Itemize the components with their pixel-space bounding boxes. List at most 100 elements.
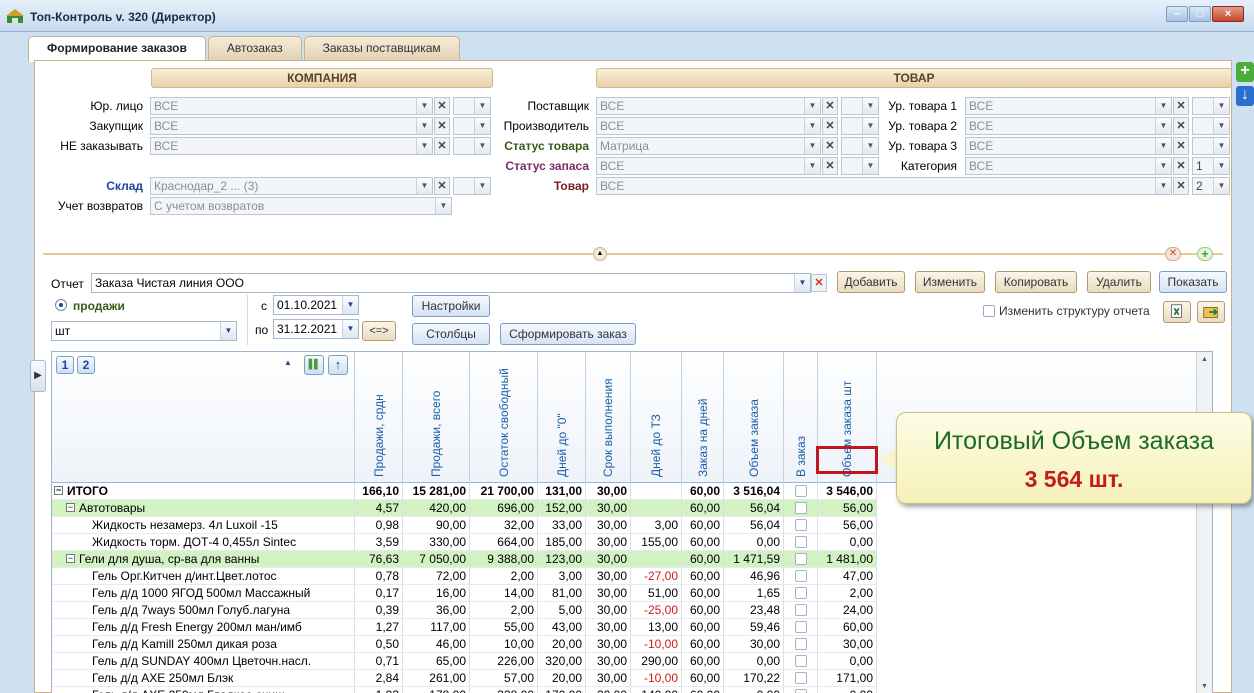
copy-report-button[interactable]: Копировать: [995, 271, 1077, 293]
collapse-node-icon[interactable]: −: [54, 486, 63, 496]
column-header[interactable]: Продажи, всего: [403, 352, 470, 483]
calendar-dropdown-icon[interactable]: ▼: [342, 296, 358, 314]
row-value-cell[interactable]: [784, 636, 818, 653]
open-folder-button[interactable]: [1197, 301, 1225, 323]
group-row[interactable]: − Автотовары 4,57 420,00 696,00 152,00 30,00 60…: [52, 500, 877, 517]
in-order-checkbox[interactable]: [794, 671, 807, 684]
show-report-button[interactable]: Показать: [1159, 271, 1227, 293]
level-1-button[interactable]: 1: [56, 356, 74, 374]
in-order-checkbox[interactable]: [794, 688, 807, 693]
chevron-down-icon[interactable]: ▼: [416, 178, 432, 194]
column-header[interactable]: Дней до "0": [538, 352, 586, 483]
move-up-button[interactable]: ↑: [328, 355, 348, 375]
unit-select[interactable]: шт ▼: [51, 321, 237, 341]
chevron-down-icon[interactable]: ▼: [1155, 138, 1171, 154]
chevron-down-icon[interactable]: ▼: [1155, 118, 1171, 134]
export-excel-button[interactable]: [1163, 301, 1191, 323]
maximize-button[interactable]: □: [1189, 6, 1211, 22]
add-filter-icon[interactable]: +: [1197, 247, 1213, 261]
swap-dates-button[interactable]: <=>: [362, 321, 396, 341]
stock-status-label[interactable]: Статус запаса: [475, 159, 589, 173]
column-header[interactable]: Заказ на дней: [682, 352, 724, 483]
arrow-down-icon[interactable]: ↓: [1236, 86, 1254, 106]
date-from-input[interactable]: 01.10.2021 ▼: [273, 295, 359, 315]
clear-not-order-button[interactable]: ✕: [434, 137, 450, 155]
row-value-cell[interactable]: [784, 602, 818, 619]
in-order-checkbox[interactable]: [794, 535, 807, 548]
chevron-down-icon[interactable]: ▼: [804, 118, 820, 134]
collapse-filters-icon[interactable]: ▲: [593, 247, 607, 261]
chevron-down-icon[interactable]: ▼: [220, 322, 236, 340]
clear-stock-status-button[interactable]: ✕: [822, 157, 838, 175]
chevron-down-icon[interactable]: ▼: [804, 158, 820, 174]
columns-button[interactable]: Столбцы: [412, 323, 490, 345]
clear-level1-button[interactable]: ✕: [1173, 97, 1189, 115]
warehouse-label[interactable]: Склад: [35, 179, 143, 193]
table-row[interactable]: Гель д/д АХЕ 250мл Гладкое очищ. 1,93178,…: [52, 687, 877, 693]
table-row[interactable]: Жидкость незамерз. 4л Luxoil -15 0,98 90,0…: [52, 517, 877, 534]
product-select[interactable]: ВСЕ ▼: [596, 177, 1172, 195]
edit-report-button[interactable]: Изменить: [915, 271, 985, 293]
clear-buyer-button[interactable]: ✕: [434, 117, 450, 135]
supplier-select[interactable]: ВСЕ ▼: [596, 97, 821, 115]
row-value-cell[interactable]: [784, 534, 818, 551]
level2-mode-select[interactable]: ▼: [1192, 117, 1230, 135]
row-value-cell[interactable]: [784, 568, 818, 585]
level3-mode-select[interactable]: ▼: [1192, 137, 1230, 155]
add-icon[interactable]: +: [1236, 62, 1254, 82]
column-header[interactable]: Дней до ТЗ: [631, 352, 682, 483]
chevron-down-icon[interactable]: ▼: [1155, 98, 1171, 114]
column-header[interactable]: В заказ: [784, 352, 818, 483]
column-header[interactable]: Срок выполнения: [586, 352, 631, 483]
table-row[interactable]: Гель д/д 1000 ЯГОД 500мл Массажный 0,17 16…: [52, 585, 877, 602]
clear-product-button[interactable]: ✕: [1173, 177, 1189, 195]
settings-button[interactable]: Настройки: [412, 295, 490, 317]
row-value-cell[interactable]: [784, 500, 818, 517]
delete-report-button[interactable]: Удалить: [1087, 271, 1151, 293]
product-status-select[interactable]: Матрица ▼: [596, 137, 821, 155]
table-row[interactable]: Жидкость торм. ДОТ-4 0,455л Sintec 3,59 33…: [52, 534, 877, 551]
scroll-up-icon[interactable]: ▲: [1198, 353, 1211, 367]
column-header[interactable]: Остаток свободный: [470, 352, 538, 483]
row-value-cell[interactable]: [784, 670, 818, 687]
date-to-input[interactable]: 31.12.2021 ▼: [273, 319, 359, 339]
in-order-checkbox[interactable]: [794, 501, 807, 514]
clear-category-button[interactable]: ✕: [1173, 157, 1189, 175]
in-order-checkbox[interactable]: [794, 620, 807, 633]
column-header[interactable]: Объем заказа: [724, 352, 784, 483]
make-order-button[interactable]: Сформировать заказ: [500, 323, 636, 345]
scroll-down-icon[interactable]: ▼: [1198, 680, 1211, 693]
level1-mode-select[interactable]: ▼: [1192, 97, 1230, 115]
chevron-down-icon[interactable]: ▼: [804, 138, 820, 154]
legal-entity-select[interactable]: ВСЕ ▼: [150, 97, 433, 115]
chevron-down-icon[interactable]: ▼: [804, 98, 820, 114]
tab-autoorder[interactable]: Автозаказ: [207, 36, 302, 60]
row-value-cell[interactable]: [784, 551, 818, 568]
product-status-label[interactable]: Статус товара: [475, 139, 589, 153]
chevron-down-icon[interactable]: ▼: [416, 118, 432, 134]
warehouse-select[interactable]: Краснодар_2 ... (3) ▼: [150, 177, 433, 195]
level3-select[interactable]: ВСЕ ▼: [965, 137, 1172, 155]
sort-asc-icon[interactable]: ▲: [284, 358, 292, 367]
tab-order-forming[interactable]: Формирование заказов: [28, 36, 206, 62]
close-button[interactable]: ×: [1212, 6, 1244, 22]
sales-radio[interactable]: [55, 299, 67, 311]
chevron-down-icon[interactable]: ▼: [1155, 178, 1171, 194]
table-row[interactable]: Гель д/д SUNDAY 400мл Цветочн.насл. 0,71 6…: [52, 653, 877, 670]
row-value-cell[interactable]: [784, 619, 818, 636]
row-value-cell[interactable]: [784, 687, 818, 693]
change-structure-checkbox[interactable]: [983, 305, 995, 317]
in-order-checkbox[interactable]: [794, 569, 807, 582]
row-value-cell[interactable]: [784, 483, 818, 500]
not-order-select[interactable]: ВСЕ ▼: [150, 137, 433, 155]
report-select[interactable]: Заказа Чистая линия ООО ▼: [91, 273, 811, 293]
clear-report-button[interactable]: ✕: [811, 274, 827, 292]
level1-select[interactable]: ВСЕ ▼: [965, 97, 1172, 115]
column-header[interactable]: Продажи, срдн: [355, 352, 403, 483]
grid-vertical-scrollbar[interactable]: ▲ ▼: [1196, 352, 1212, 693]
clear-level2-button[interactable]: ✕: [1173, 117, 1189, 135]
table-row[interactable]: Гель д/д 7ways 500мл Голуб.лагуна 0,39 36,…: [52, 602, 877, 619]
clear-legal-entity-button[interactable]: ✕: [434, 97, 450, 115]
table-row[interactable]: Гель д/д АХЕ 250мл Блэк 2,84 261,00 57,00 20…: [52, 670, 877, 687]
chevron-down-icon[interactable]: ▼: [794, 274, 810, 292]
